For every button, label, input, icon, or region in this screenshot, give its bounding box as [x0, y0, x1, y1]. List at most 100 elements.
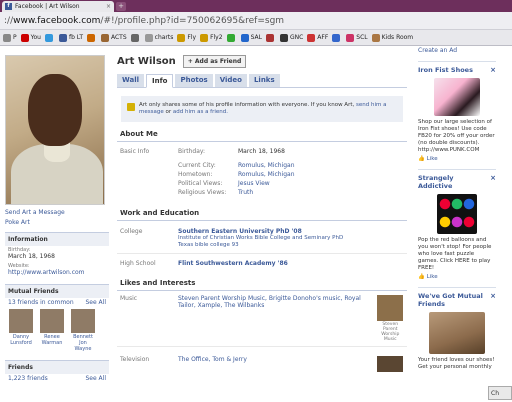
bookmark-item[interactable] — [265, 33, 276, 42]
ad-strangely-addictive[interactable]: Strangely Addictive × Pop the red balloo… — [418, 169, 496, 280]
ad-image[interactable] — [437, 194, 477, 234]
friend-avatar[interactable] — [9, 309, 33, 333]
religious-label: Religious Views: — [178, 189, 227, 196]
new-tab-button[interactable]: + — [116, 2, 126, 11]
friends-count-link[interactable]: 1,223 friends — [8, 375, 48, 382]
ad-image[interactable] — [429, 312, 485, 354]
bookmark-icon — [100, 33, 109, 42]
college-link[interactable]: Southern Eastern University PhD '08 — [178, 228, 343, 235]
birthday-label: Birthday: — [8, 247, 31, 253]
tab-photos[interactable]: Photos — [175, 74, 213, 87]
bookmark-item[interactable] — [226, 33, 237, 42]
bookmark-item[interactable]: SAL — [240, 33, 262, 42]
bookmark-item[interactable] — [44, 33, 55, 42]
add-him-friend-link[interactable]: add him as a friend. — [173, 109, 228, 115]
birthday-row: Basic Info Birthday: March 18, 1968 — [117, 147, 407, 156]
bookmark-item[interactable]: AFF — [307, 33, 328, 42]
mutual-friends-list: Danny Lunsford Renee Warman Bennett Jon Wa… — [5, 307, 109, 354]
bookmark-item[interactable]: GNC — [279, 33, 303, 42]
browser-tab[interactable]: f Facebook | Art Wilson × — [2, 1, 114, 12]
ad-title[interactable]: We've Got Mutual Friends — [418, 292, 486, 308]
mutual-count-link[interactable]: 13 friends in common — [8, 299, 74, 306]
tab-links[interactable]: Links — [248, 74, 280, 87]
ad-image[interactable] — [434, 78, 480, 116]
work-education-title: Work and Education — [117, 209, 407, 221]
ad-iron-fist[interactable]: Iron Fist Shoes × Shop our large selecti… — [418, 61, 496, 162]
birthday-label: Birthday: — [178, 148, 206, 155]
chat-label[interactable]: Ch — [491, 390, 499, 397]
music-links[interactable]: Steven Parent Worship Music, Brigitte Do… — [178, 295, 371, 309]
tab-title: Facebook | Art Wilson — [15, 3, 80, 10]
url-text: ://www.facebook.com/#!/profile.php?id=75… — [4, 16, 284, 26]
bookmark-item[interactable]: Fly2 — [200, 33, 223, 42]
bookmark-item[interactable]: Kids Room — [371, 33, 413, 42]
bookmark-item[interactable]: SCL — [346, 33, 368, 42]
ad-like-link[interactable]: 👍 Like — [418, 156, 496, 162]
send-message-link[interactable]: Send Art a Message — [5, 209, 109, 216]
website-link[interactable]: http://www.artwilson.com — [5, 269, 109, 278]
tab-info[interactable]: Info — [146, 74, 174, 88]
work-education-section: Work and Education College Southern East… — [117, 209, 407, 271]
friend-avatar[interactable] — [40, 309, 64, 333]
ad-title[interactable]: Strangely Addictive — [418, 174, 486, 190]
friends-title: Friends — [5, 361, 109, 374]
bookmark-item[interactable] — [86, 33, 97, 42]
tab-wall[interactable]: Wall — [117, 74, 144, 87]
ad-title[interactable]: Iron Fist Shoes — [418, 66, 486, 74]
mutual-friend-item[interactable]: Renee Warman — [39, 309, 65, 352]
bookmark-item[interactable]: fb LT — [58, 33, 83, 42]
close-icon[interactable]: × — [490, 174, 496, 182]
birthday-value: March 18, 1968 — [8, 253, 55, 260]
bookmark-label: Fly2 — [210, 34, 223, 41]
chat-button[interactable]: Ch — [488, 386, 512, 400]
ad-text: Your friend loves our shoes! Get your pe… — [418, 357, 495, 370]
close-icon[interactable]: × — [490, 66, 496, 74]
religious-link[interactable]: Truth — [238, 189, 253, 196]
bookmark-item[interactable] — [332, 33, 342, 42]
mutual-see-all-link[interactable]: See All — [85, 299, 106, 306]
highschool-link[interactable]: Flint Southwestern Academy '86 — [178, 260, 288, 267]
tab-close-icon[interactable]: × — [106, 3, 111, 10]
bookmark-item[interactable]: P — [3, 33, 17, 42]
address-bar[interactable]: ://www.facebook.com/#!/profile.php?id=75… — [0, 12, 512, 30]
bookmark-icon — [371, 33, 380, 42]
ad-mutual-friends[interactable]: We've Got Mutual Friends × Your friend l… — [418, 287, 496, 371]
bookmark-label: charts — [154, 34, 174, 41]
friends-see-all-link[interactable]: See All — [85, 375, 106, 382]
friend-name[interactable]: Danny Lunsford — [8, 334, 34, 346]
bookmark-item[interactable]: ACTS — [100, 33, 127, 42]
close-icon[interactable]: × — [490, 292, 496, 300]
url-host: www.facebook.com — [13, 15, 101, 26]
create-ad-link[interactable]: Create an Ad — [418, 47, 496, 54]
current-city-link[interactable]: Romulus, Michigan — [238, 162, 295, 169]
hometown-link[interactable]: Romulus, Michigan — [238, 171, 295, 178]
college-sub-link-1[interactable]: Institute of Christian Works Bible Colle… — [178, 235, 343, 242]
mutual-friend-item[interactable]: Danny Lunsford — [8, 309, 34, 352]
friend-avatar[interactable] — [71, 309, 95, 333]
friend-name[interactable]: Renee Warman — [39, 334, 65, 346]
bookmark-item[interactable]: charts — [144, 33, 174, 42]
television-thumb[interactable] — [377, 356, 405, 373]
facebook-favicon-icon: f — [5, 3, 12, 10]
television-links[interactable]: The Office, Tom & Jerry — [178, 356, 371, 363]
current-city-label: Current City: — [178, 162, 216, 169]
mutual-friend-item[interactable]: Bennett Jon Wayne — [70, 309, 96, 352]
bookmark-item[interactable]: Fly — [177, 33, 196, 42]
music-thumb[interactable]: Steven Parent Worship Music — [377, 295, 405, 342]
bookmark-item[interactable]: You — [20, 33, 41, 42]
bookmark-item[interactable] — [130, 33, 141, 42]
ad-like-label[interactable]: Like — [427, 274, 438, 280]
college-sub-link-2[interactable]: Texas bible college 93 — [178, 242, 343, 249]
profile-photo[interactable] — [5, 55, 105, 205]
college-label: College — [120, 228, 143, 235]
left-column: Send Art a Message Poke Art Information … — [5, 55, 109, 383]
poke-link[interactable]: Poke Art — [5, 219, 109, 226]
tab-video[interactable]: Video — [214, 74, 247, 87]
add-friend-button[interactable]: + Add as Friend — [182, 55, 247, 68]
bookmark-label: P — [13, 34, 17, 41]
ad-like-label[interactable]: Like — [427, 156, 438, 162]
religious-row: Religious Views: Truth — [117, 188, 407, 197]
friend-name[interactable]: Bennett Jon Wayne — [70, 334, 96, 352]
ad-like-link[interactable]: 👍 Like — [418, 274, 496, 280]
political-link[interactable]: Jesus View — [238, 180, 270, 187]
